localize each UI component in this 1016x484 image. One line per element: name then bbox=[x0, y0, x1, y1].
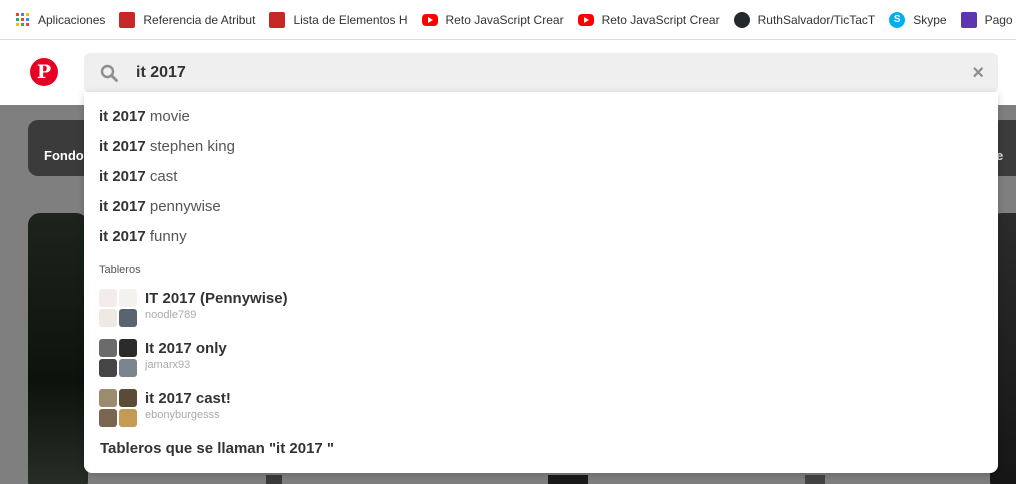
apps-grid-icon bbox=[14, 12, 30, 28]
bookmark-favicon-icon bbox=[119, 11, 136, 28]
suggestion-completion: movie bbox=[145, 108, 190, 125]
suggestion-query: it 2017 bbox=[99, 168, 146, 185]
board-thumbnail bbox=[99, 339, 137, 377]
suggestion-item[interactable]: it 2017 pennywise bbox=[99, 198, 221, 215]
pin-image bbox=[548, 475, 588, 484]
board-owner: noodle789 bbox=[145, 309, 197, 321]
bookmark-label: Reto JavaScript Crear bbox=[445, 12, 564, 27]
clear-search-icon[interactable]: × bbox=[972, 63, 984, 83]
thumb bbox=[119, 339, 137, 357]
bookmark-skype[interactable]: S Skype bbox=[889, 11, 947, 28]
pin-image bbox=[805, 475, 825, 484]
pin-image bbox=[28, 213, 88, 484]
suggestion-completion: stephen king bbox=[145, 138, 235, 155]
bookmark-label: Reto JavaScript Crear bbox=[601, 12, 720, 27]
thumb bbox=[99, 289, 117, 307]
suggestion-query: it 2017 bbox=[99, 108, 146, 125]
bookmark-label: Aplicaciones bbox=[38, 12, 106, 27]
suggestion-item[interactable]: it 2017 cast bbox=[99, 168, 177, 185]
suggestion-completion: pennywise bbox=[145, 198, 221, 215]
suggestion-item[interactable]: it 2017 funny bbox=[99, 228, 187, 245]
board-title: IT 2017 (Pennywise) bbox=[145, 290, 288, 307]
boards-section-label: Tableros bbox=[99, 264, 141, 276]
thumb bbox=[119, 409, 137, 427]
bookmark-reto-javascript-1[interactable]: Reto JavaScript Crear bbox=[421, 12, 564, 28]
logo-letter: P bbox=[36, 61, 52, 83]
suggestion-item[interactable]: it 2017 stephen king bbox=[99, 138, 235, 155]
thumb bbox=[119, 309, 137, 327]
github-icon bbox=[733, 11, 750, 28]
board-thumbnail bbox=[99, 289, 137, 327]
suggestion-item[interactable]: it 2017 movie bbox=[99, 108, 190, 125]
search-icon bbox=[100, 64, 118, 82]
board-owner: jamarx93 bbox=[145, 359, 191, 371]
thumb bbox=[119, 359, 137, 377]
pin-image bbox=[266, 475, 282, 484]
search-input[interactable] bbox=[136, 59, 936, 87]
skype-icon: S bbox=[889, 11, 906, 28]
thumb bbox=[99, 339, 117, 357]
board-title: it 2017 cast! bbox=[145, 390, 231, 407]
bookmark-label: Pago mer bbox=[984, 12, 1016, 27]
board-title: It 2017 only bbox=[145, 340, 227, 357]
bookmarks-bar: Aplicaciones Referencia de Atribut Lista… bbox=[0, 0, 1016, 40]
suggestion-query: it 2017 bbox=[99, 198, 146, 215]
bookmark-label: Lista de Elementos H bbox=[293, 12, 408, 27]
bookmark-label: Referencia de Atribut bbox=[143, 12, 256, 27]
bookmark-label: Skype bbox=[913, 12, 947, 27]
thumb bbox=[119, 289, 137, 307]
thumb bbox=[99, 359, 117, 377]
search-bar[interactable]: × bbox=[84, 53, 998, 93]
board-thumbnail bbox=[99, 389, 137, 427]
thumb bbox=[99, 409, 117, 427]
thumb bbox=[99, 309, 117, 327]
youtube-icon bbox=[577, 12, 594, 28]
thumb bbox=[119, 389, 137, 407]
bookmark-referencia-atributos[interactable]: Referencia de Atribut bbox=[119, 11, 256, 28]
suggestion-query: it 2017 bbox=[99, 138, 146, 155]
suggestion-query: it 2017 bbox=[99, 228, 146, 245]
youtube-icon bbox=[421, 12, 438, 28]
suggestion-completion: cast bbox=[145, 168, 178, 185]
bookmark-pago[interactable]: Pago mer bbox=[960, 11, 1016, 28]
topic-pill-label: Fondo bbox=[44, 148, 84, 163]
bookmark-lista-elementos[interactable]: Lista de Elementos H bbox=[269, 11, 408, 28]
thumb bbox=[99, 389, 117, 407]
bookmark-reto-javascript-2[interactable]: Reto JavaScript Crear bbox=[577, 12, 720, 28]
bookmark-aplicaciones[interactable]: Aplicaciones bbox=[14, 12, 105, 28]
list-icon bbox=[960, 11, 977, 28]
bookmark-favicon-icon bbox=[269, 11, 286, 28]
pinterest-logo-icon[interactable]: P bbox=[30, 58, 58, 86]
suggestion-completion: funny bbox=[145, 228, 187, 245]
search-boards-link[interactable]: Tableros que se llaman "it 2017 " bbox=[100, 440, 334, 457]
bookmark-label: RuthSalvador/TicTacT bbox=[757, 12, 876, 27]
board-owner: ebonyburgesss bbox=[145, 409, 220, 421]
search-suggestions-dropdown: it 2017 movie it 2017 stephen king it 20… bbox=[84, 92, 998, 473]
bookmark-github[interactable]: RuthSalvador/TicTacT bbox=[733, 11, 876, 28]
